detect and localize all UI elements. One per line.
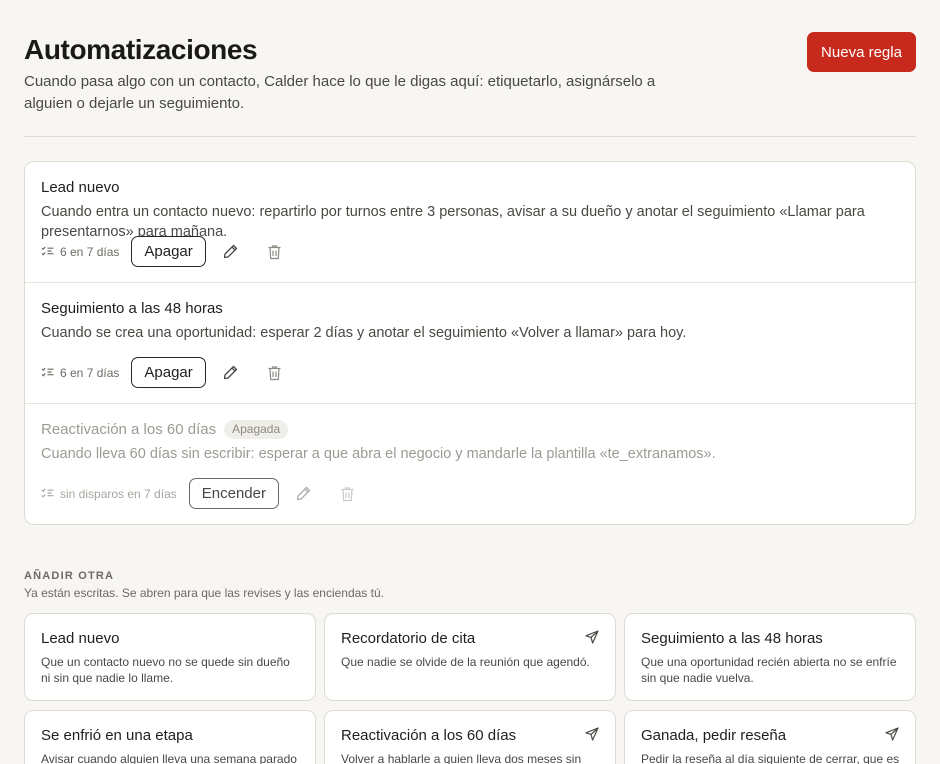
template-description: Que un contacto nuevo no se quede sin du… [41,655,290,685]
template-title: Recordatorio de cita [341,630,476,647]
template-title: Ganada, pedir reseña [641,727,787,744]
pencil-icon[interactable] [295,485,313,503]
rule-title: Seguimiento a las 48 horas [41,299,223,317]
template-card[interactable]: Recordatorio de cita Que nadie se olvide… [324,613,616,701]
rule-stat: sin disparos en 7 días [41,487,177,501]
page-title: Automatizaciones [24,34,258,65]
rule-toggle-button[interactable]: Apagar [131,236,206,267]
checklist-icon [41,488,54,499]
rule-title: Reactivación a los 60 días [41,420,217,438]
rule-toggle-button[interactable]: Apagar [131,357,206,388]
rule-item: Lead nuevo Cuando entra un contacto nuev… [25,162,915,283]
trash-icon[interactable] [266,364,284,382]
template-card[interactable]: Reactivación a los 60 días Volver a habl… [324,710,616,764]
rule-toggle-button[interactable]: Encender [188,478,279,509]
page-subtitle: Cuando pasa algo con un contacto, Calder… [24,73,656,112]
rule-item: Reactivación a los 60 días Apagada Cuand… [25,404,915,524]
rule-description: Cuando lleva 60 días sin escribir: esper… [41,446,716,462]
new-rule-button[interactable]: Nueva regla [807,32,916,72]
add-section-label: AÑADIR OTRA [24,570,115,582]
rule-stat-text: 6 en 7 días [60,244,120,259]
rules-list: Lead nuevo Cuando entra un contacto nuev… [24,161,916,525]
template-description: Volver a hablarle a quien lleva dos mese… [341,752,582,764]
template-description: Que una oportunidad recién abierta no se… [641,655,897,685]
status-badge: Apagada [224,419,289,439]
rule-stat-text: 6 en 7 días [60,365,120,380]
template-description: Avisar cuando alguien lleva una semana p… [41,752,297,764]
rule-stat: 6 en 7 días [41,366,119,380]
template-card[interactable]: Seguimiento a las 48 horas Que una oport… [624,613,916,701]
template-description: Que nadie se olvide de la reunión que ag… [341,655,590,669]
pencil-icon[interactable] [222,243,240,261]
rule-title: Lead nuevo [41,178,120,196]
template-title: Seguimiento a las 48 horas [641,630,823,647]
trash-icon[interactable] [339,485,357,503]
send-icon [585,727,599,746]
template-title: Reactivación a los 60 días [341,727,517,744]
template-grid: Lead nuevo Que un contacto nuevo no se q… [24,613,916,764]
template-card[interactable]: Ganada, pedir reseña Pedir la reseña al … [624,710,916,764]
template-card[interactable]: Se enfrió en una etapa Avisar cuando alg… [24,710,316,764]
rule-stat-text: sin disparos en 7 días [60,486,177,501]
template-title: Se enfrió en una etapa [41,727,193,744]
automations-page: Automatizaciones Cuando pasa algo con un… [0,0,940,764]
add-section-subtitle: Ya están escritas. Se abren para que las… [24,586,384,600]
checklist-icon [41,246,54,257]
rule-description: Cuando se crea una oportunidad: esperar … [41,325,687,341]
send-icon [585,630,599,649]
template-title: Lead nuevo [41,630,120,647]
page-header: Automatizaciones Cuando pasa algo con un… [24,0,916,137]
trash-icon[interactable] [266,243,284,261]
rule-stat: 6 en 7 días [41,245,119,259]
send-icon [885,727,899,746]
template-description: Pedir la reseña al día siguiente de cerr… [641,752,900,764]
pencil-icon[interactable] [222,364,240,382]
rule-item: Seguimiento a las 48 horas Cuando se cre… [25,283,915,404]
template-card[interactable]: Lead nuevo Que un contacto nuevo no se q… [24,613,316,701]
checklist-icon [41,367,54,378]
